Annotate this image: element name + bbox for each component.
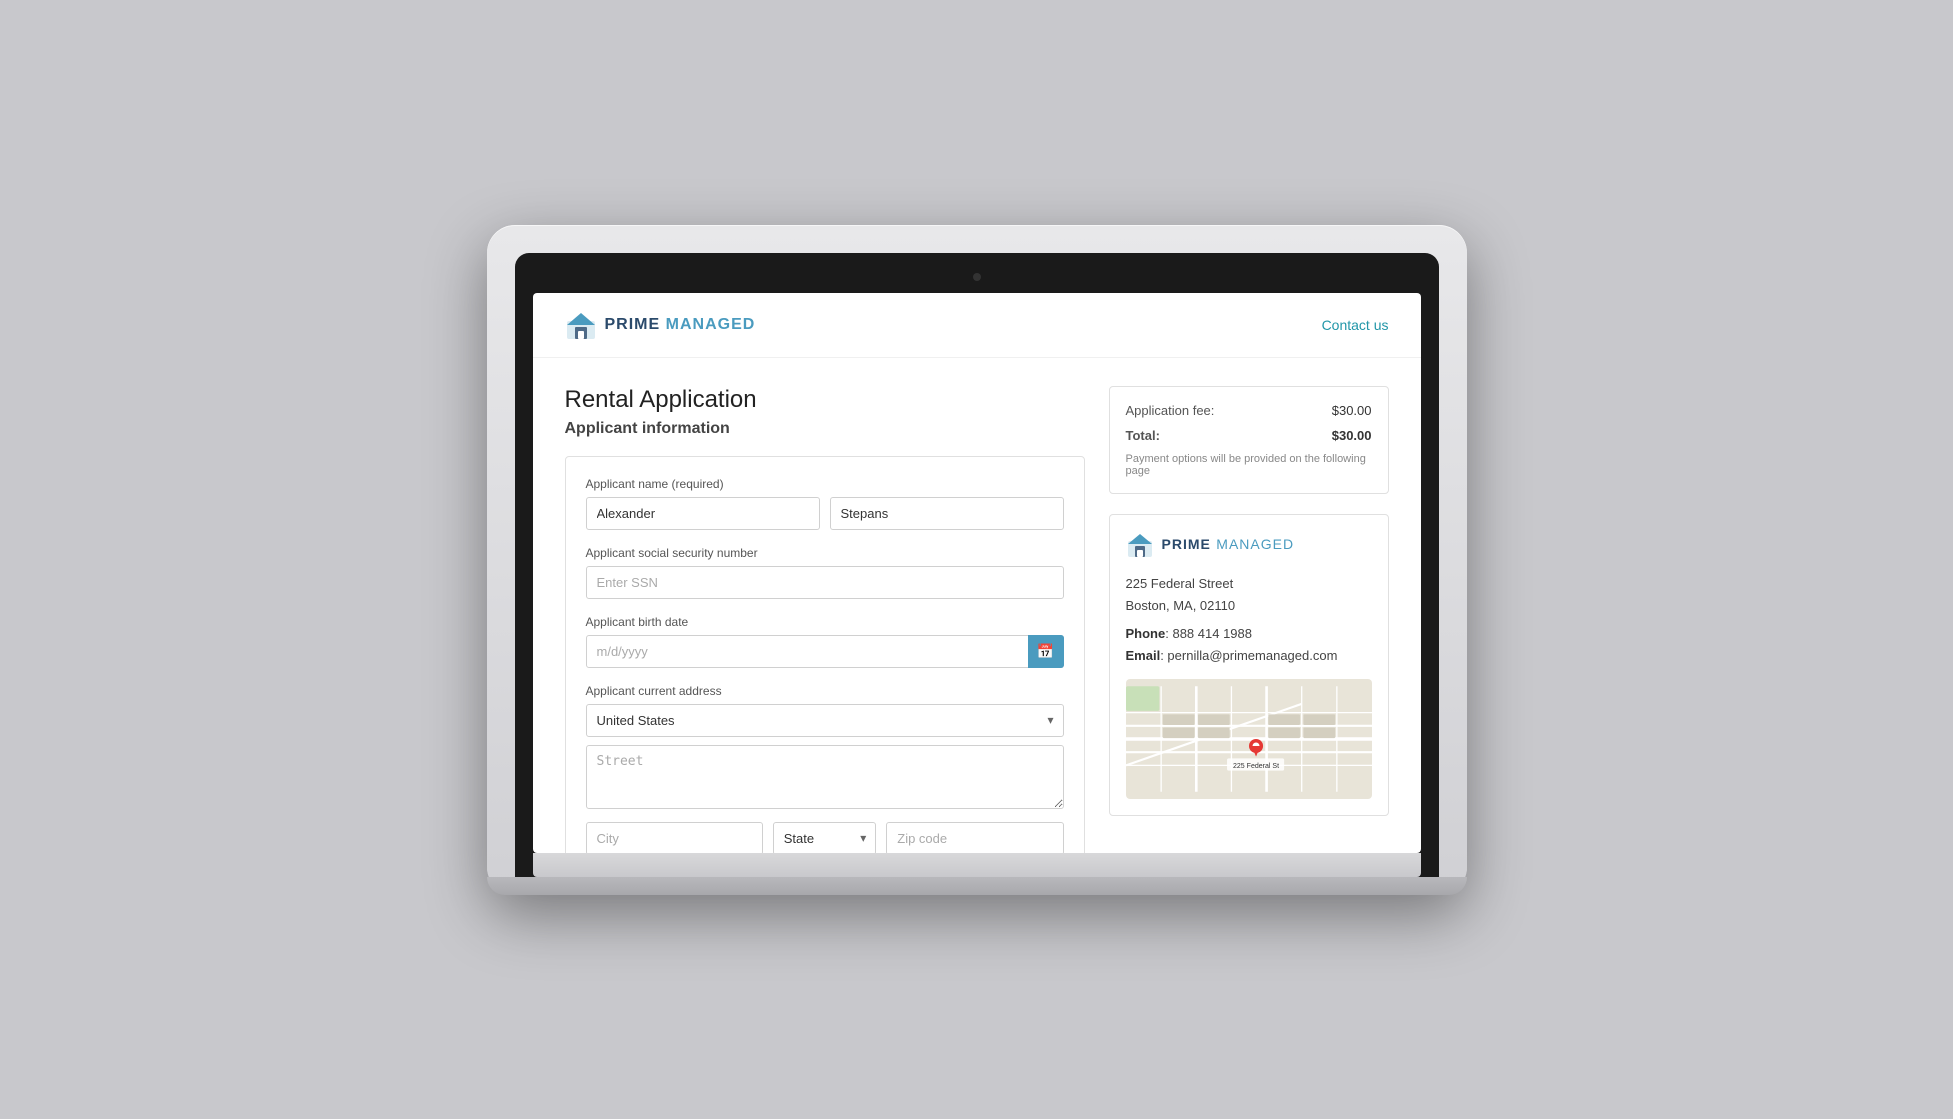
laptop-screen: PRIME MANAGED Contact us Rental Applicat… xyxy=(533,293,1421,853)
section-title: Applicant information xyxy=(565,420,1085,438)
calendar-icon: 📅 xyxy=(1037,643,1054,660)
last-name-input[interactable] xyxy=(830,497,1064,530)
company-logo-managed: MANAGED xyxy=(1216,536,1294,552)
address-label: Applicant current address xyxy=(586,684,1064,698)
page-title: Rental Application xyxy=(565,386,1085,414)
form-section: Rental Application Applicant information… xyxy=(565,386,1085,853)
camera-dot xyxy=(973,273,981,281)
laptop-device: PRIME MANAGED Contact us Rental Applicat… xyxy=(487,225,1467,895)
email-label-text: Email xyxy=(1126,648,1161,663)
laptop-bottom xyxy=(487,877,1467,895)
company-logo: PRIME MANAGED xyxy=(1126,531,1372,559)
company-contact: Phone: 888 414 1988 Email: pernilla@prim… xyxy=(1126,623,1372,667)
birth-date-input[interactable] xyxy=(586,635,1064,668)
company-logo-prime: PRIME xyxy=(1162,536,1211,552)
map-container: 225 Federal St xyxy=(1126,679,1372,799)
birth-date-wrapper: 📅 xyxy=(586,635,1064,668)
address-line1: 225 Federal Street xyxy=(1126,573,1372,595)
application-fee-value: $30.00 xyxy=(1332,403,1372,418)
application-fee-row: Application fee: $30.00 xyxy=(1126,403,1372,418)
ssn-input[interactable] xyxy=(586,566,1064,599)
state-select[interactable]: State ALAKAZAR CACOCTDE FLGAHIID ILINIAK… xyxy=(773,822,877,853)
phone-value: 888 414 1988 xyxy=(1172,626,1252,641)
phone-label-text: Phone xyxy=(1126,626,1166,641)
total-value: $30.00 xyxy=(1332,428,1372,443)
logo-managed: MANAGED xyxy=(666,316,756,333)
email-row: Email: pernilla@primemanaged.com xyxy=(1126,645,1372,667)
address-group: Applicant current address United States … xyxy=(586,684,1064,853)
company-info-card: PRIME MANAGED 225 Federal Street Boston,… xyxy=(1109,514,1389,816)
applicant-name-group: Applicant name (required) xyxy=(586,477,1064,530)
ssn-label: Applicant social security number xyxy=(586,546,1064,560)
payment-note: Payment options will be provided on the … xyxy=(1126,453,1372,477)
calendar-button[interactable]: 📅 xyxy=(1028,635,1064,668)
country-select[interactable]: United States Canada United Kingdom xyxy=(586,704,1064,737)
fee-card: Application fee: $30.00 Total: $30.00 Pa… xyxy=(1109,386,1389,494)
birth-date-group: Applicant birth date 📅 xyxy=(586,615,1064,668)
logo-prime: PRIME xyxy=(605,316,661,333)
applicant-name-label: Applicant name (required) xyxy=(586,477,1064,491)
map-svg: 225 Federal St xyxy=(1126,679,1372,799)
application-fee-label: Application fee: xyxy=(1126,403,1215,418)
logo-icon xyxy=(565,309,597,341)
sidebar: Application fee: $30.00 Total: $30.00 Pa… xyxy=(1109,386,1389,853)
zip-input[interactable] xyxy=(886,822,1063,853)
logo-text: PRIME MANAGED xyxy=(605,316,756,334)
form-card: Applicant name (required) Applicant soci… xyxy=(565,456,1085,853)
birth-date-label: Applicant birth date xyxy=(586,615,1064,629)
company-logo-text: PRIME MANAGED xyxy=(1162,536,1295,554)
svg-text:225 Federal St: 225 Federal St xyxy=(1233,763,1279,770)
company-address: 225 Federal Street Boston, MA, 02110 xyxy=(1126,573,1372,617)
total-row: Total: $30.00 xyxy=(1126,428,1372,443)
first-name-input[interactable] xyxy=(586,497,820,530)
ssn-group: Applicant social security number xyxy=(586,546,1064,599)
country-wrapper: United States Canada United Kingdom xyxy=(586,704,1064,737)
city-state-zip-row: State ALAKAZAR CACOCTDE FLGAHIID ILINIAK… xyxy=(586,822,1064,853)
main-content: Rental Application Applicant information… xyxy=(533,358,1421,853)
city-input[interactable] xyxy=(586,822,763,853)
state-wrapper: State ALAKAZAR CACOCTDE FLGAHIID ILINIAK… xyxy=(773,822,877,853)
phone-row: Phone: 888 414 1988 xyxy=(1126,623,1372,645)
logo: PRIME MANAGED xyxy=(565,309,756,341)
address-line2: Boston, MA, 02110 xyxy=(1126,595,1372,617)
total-label: Total: xyxy=(1126,428,1160,443)
nav-bar: PRIME MANAGED Contact us xyxy=(533,293,1421,358)
company-logo-icon xyxy=(1126,531,1154,559)
contact-us-link[interactable]: Contact us xyxy=(1322,317,1389,333)
name-row xyxy=(586,497,1064,530)
email-value: pernilla@primemanaged.com xyxy=(1167,648,1337,663)
laptop-base xyxy=(533,853,1421,877)
street-input[interactable] xyxy=(586,745,1064,809)
screen-bezel: PRIME MANAGED Contact us Rental Applicat… xyxy=(515,253,1439,877)
